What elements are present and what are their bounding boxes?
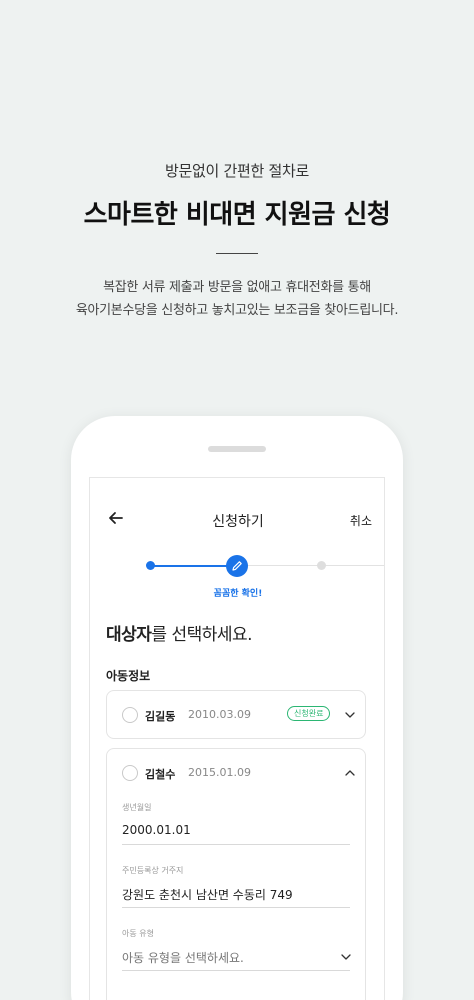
child-card-2[interactable]: 김철수 2015.01.09 생년월일 2000.01.01 주민등록상 거주지… — [106, 748, 366, 1000]
child-name: 김길동 — [145, 710, 176, 723]
address-label: 주민등록상 거주지 — [122, 866, 184, 875]
step-3-dot — [317, 561, 326, 570]
prompt-bold: 대상자 — [106, 625, 152, 645]
chevron-down-icon[interactable] — [340, 951, 352, 963]
progress-stepper: 꼼꼼한 확인! — [90, 552, 384, 612]
stepper-progress-line — [150, 565, 238, 567]
step-2-current — [226, 555, 248, 577]
birthdate-field[interactable]: 2000.01.01 — [122, 823, 191, 837]
phone-speaker — [208, 446, 266, 452]
child-type-label: 아동 유형 — [122, 929, 154, 938]
child-dob: 2010.03.09 — [188, 708, 251, 721]
pencil-icon — [232, 561, 242, 571]
child-card-1[interactable]: 김길동 2010.03.09 신청완료 — [106, 690, 366, 739]
stepper-remaining-line — [238, 565, 384, 566]
child-dob: 2015.01.09 — [188, 766, 251, 779]
child-name: 김철수 — [145, 768, 176, 781]
hero-description: 복잡한 서류 제출과 방문을 없애고 휴대전화를 통해 육아기본수당을 신청하고… — [0, 276, 474, 322]
app-header: 신청하기 취소 — [90, 478, 384, 562]
radio-button[interactable] — [122, 765, 138, 781]
field-underline — [122, 970, 350, 971]
prompt-rest: 를 선택하세요. — [151, 625, 253, 645]
radio-button[interactable] — [122, 707, 138, 723]
phone-mockup: 신청하기 취소 꼼꼼한 확인! 대상자를 선택하세요. 아동정보 김길동 201… — [71, 416, 403, 1000]
chevron-up-icon[interactable] — [344, 767, 356, 779]
field-underline — [122, 844, 350, 845]
birthdate-label: 생년월일 — [122, 803, 152, 812]
hero-description-line1: 복잡한 서류 제출과 방문을 없애고 휴대전화를 통해 — [103, 280, 371, 295]
cancel-button[interactable]: 취소 — [350, 512, 372, 529]
hero-subtitle: 방문없이 간편한 절차로 — [165, 162, 309, 180]
hero-description-line2: 육아기본수당을 신청하고 놓치고있는 보조금을 찾아드립니다. — [75, 303, 399, 318]
child-type-select[interactable]: 아동 유형을 선택하세요. — [122, 949, 244, 966]
child-info-heading: 아동정보 — [106, 669, 151, 683]
step-label: 꼼꼼한 확인! — [213, 589, 263, 599]
phone-screen: 신청하기 취소 꼼꼼한 확인! 대상자를 선택하세요. 아동정보 김길동 201… — [89, 477, 385, 1000]
screen-title: 신청하기 — [212, 514, 264, 530]
field-underline — [122, 907, 350, 908]
status-badge: 신청완료 — [287, 706, 331, 721]
chevron-down-icon[interactable] — [344, 709, 356, 721]
hero-divider — [216, 253, 258, 254]
selection-prompt: 대상자를 선택하세요. — [106, 620, 253, 645]
address-field[interactable]: 강원도 춘천시 남산면 수동리 749 — [122, 886, 293, 903]
step-1-dot — [146, 561, 155, 570]
hero-title: 스마트한 비대면 지원금 신청 — [83, 200, 391, 230]
